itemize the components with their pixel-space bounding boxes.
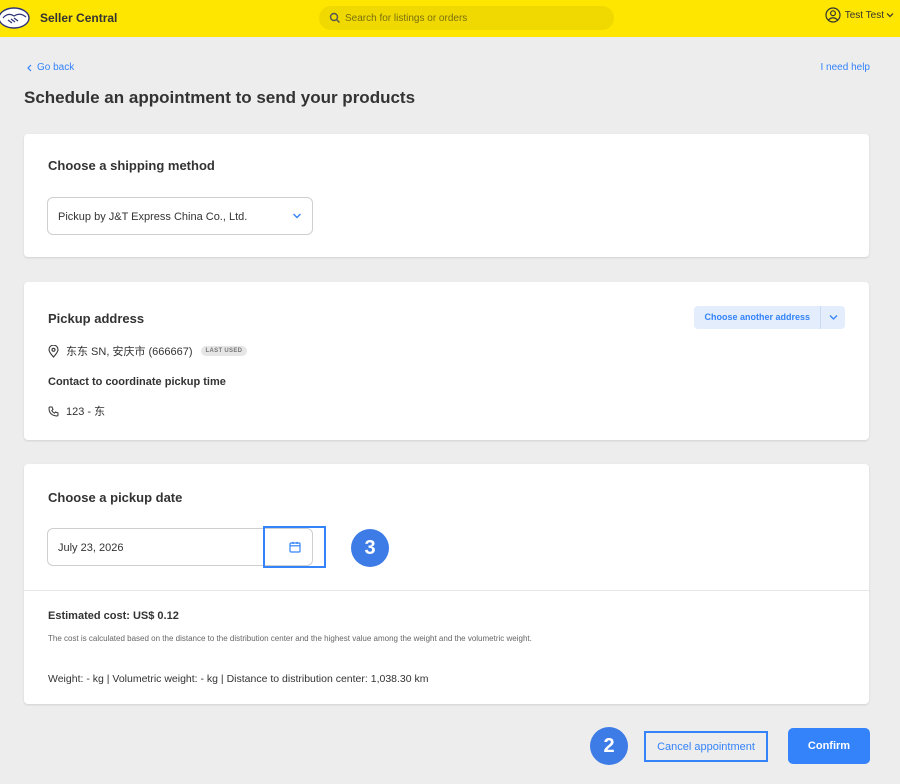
estimated-cost: Estimated cost: US$ 0.12 bbox=[48, 610, 179, 622]
go-back-label: Go back bbox=[37, 62, 75, 73]
confirm-button[interactable]: Confirm bbox=[788, 728, 870, 764]
user-menu[interactable]: Test Test bbox=[825, 7, 894, 23]
pickup-address-title: Pickup address bbox=[48, 311, 145, 326]
chevron-down-icon bbox=[886, 13, 894, 18]
page-title: Schedule an appointment to send your pro… bbox=[24, 88, 416, 107]
pickup-date-value: July 23, 2026 bbox=[58, 542, 124, 554]
pickup-address-text: 东东 SN, 安庆市 (666667) bbox=[66, 346, 193, 358]
contact-phone-text: 123 - 东 bbox=[66, 406, 106, 418]
location-pin-icon bbox=[48, 344, 59, 358]
cost-explanation: The cost is calculated based on the dist… bbox=[48, 634, 532, 643]
weight-distance-info: Weight: - kg | Volumetric weight: - kg |… bbox=[48, 673, 429, 685]
pickup-date-title: Choose a pickup date bbox=[48, 490, 183, 505]
go-back-link[interactable]: Go back bbox=[26, 62, 74, 73]
top-bar: Seller Central Test Test bbox=[0, 0, 900, 37]
step-3-badge: 3 bbox=[351, 529, 389, 567]
calendar-icon bbox=[288, 541, 301, 553]
user-avatar-icon bbox=[825, 7, 841, 23]
choose-another-address-button[interactable]: Choose another address bbox=[694, 306, 845, 329]
cancel-appointment-button[interactable]: Cancel appointment bbox=[644, 731, 768, 762]
choose-another-address-label[interactable]: Choose another address bbox=[694, 306, 820, 329]
address-options-toggle[interactable] bbox=[821, 306, 845, 329]
search-input[interactable] bbox=[345, 9, 605, 27]
chevron-left-icon bbox=[27, 64, 32, 71]
pickup-date-card: Choose a pickup date July 23, 2026 3 Est… bbox=[24, 464, 869, 704]
last-used-badge: LAST USED bbox=[200, 346, 248, 356]
contact-label: Contact to coordinate pickup time bbox=[48, 376, 226, 388]
shipping-method-select[interactable]: Pickup by J&T Express China Co., Ltd. bbox=[47, 197, 313, 235]
help-link[interactable]: I need help bbox=[821, 62, 871, 73]
handshake-logo-icon[interactable] bbox=[0, 5, 34, 31]
pickup-address-card: Pickup address Choose another address 东东… bbox=[24, 282, 869, 440]
shipping-method-card: Choose a shipping method Pickup by J&T E… bbox=[24, 134, 869, 257]
search-icon bbox=[329, 12, 340, 23]
step-2-badge: 2 bbox=[590, 727, 628, 765]
search-bar[interactable] bbox=[319, 6, 614, 30]
chevron-down-icon bbox=[829, 315, 837, 320]
shipping-method-title: Choose a shipping method bbox=[48, 158, 215, 173]
chevron-down-icon bbox=[293, 213, 301, 219]
phone-icon bbox=[48, 406, 59, 417]
card-divider bbox=[24, 590, 869, 591]
shipping-method-value: Pickup by J&T Express China Co., Ltd. bbox=[58, 211, 248, 223]
user-name: Test Test bbox=[844, 9, 884, 21]
calendar-button[interactable] bbox=[263, 526, 326, 568]
contact-phone-line: 123 - 东 bbox=[48, 403, 105, 419]
brand-name[interactable]: Seller Central bbox=[40, 11, 117, 25]
pickup-address-line: 东东 SN, 安庆市 (666667) LAST USED bbox=[48, 343, 248, 359]
